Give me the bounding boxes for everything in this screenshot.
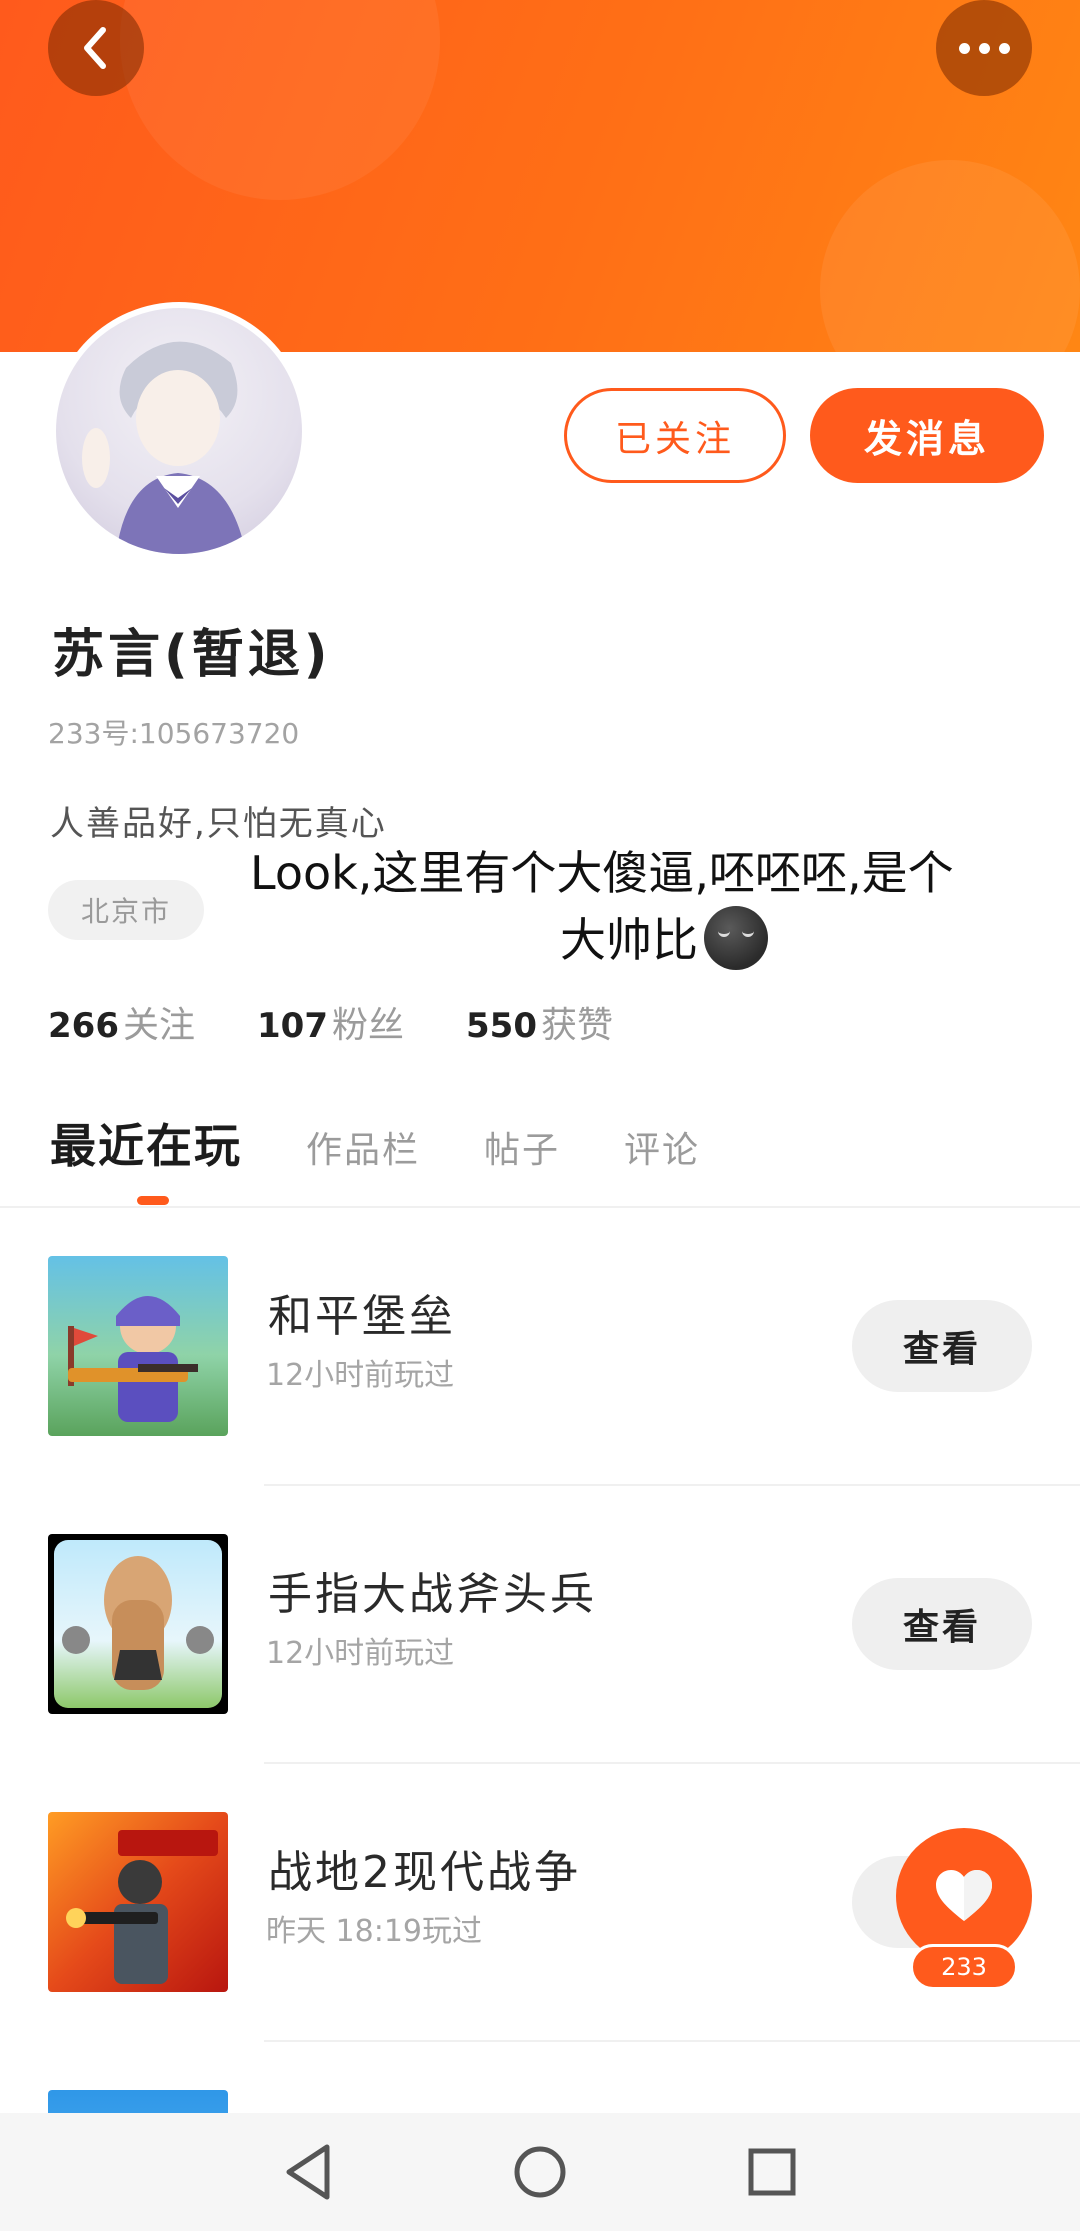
view-game-button[interactable]: 查看 [852, 1578, 1032, 1670]
game-played-time: 12小时前玩过 [266, 1636, 455, 1671]
profile-banner [0, 0, 1080, 352]
banner-decoration [820, 160, 1080, 352]
game-title: 手指大战斧头兵 [268, 1569, 597, 1620]
profile-uid: 233号:105673720 [48, 717, 300, 750]
tab-posts[interactable]: 帖子 [484, 1121, 560, 1173]
overlay-caption-line2-text: 大帅比 [560, 913, 698, 967]
stat-label: 关注 [122, 1005, 195, 1046]
list-item[interactable]: 和平堡垒 12小时前玩过 查看 [0, 1208, 1080, 1486]
overlay-caption: Look,这里有个大傻逼,呸呸呸,是个 大帅比 [250, 840, 1080, 973]
tab-works[interactable]: 作品栏 [306, 1121, 420, 1173]
smirk-emoji-icon [704, 906, 768, 970]
avatar[interactable] [50, 302, 308, 560]
active-tab-indicator [137, 1196, 169, 1205]
avatar-image [56, 308, 302, 554]
stat-number: 266 [48, 1006, 119, 1046]
stat-following[interactable]: 266 关注 [48, 996, 195, 1048]
nav-back-button[interactable] [273, 2137, 343, 2207]
overlay-caption-line2: 大帅比 [250, 906, 1080, 973]
nav-home-button[interactable] [505, 2137, 575, 2207]
more-button[interactable] [936, 0, 1032, 96]
tab-comments[interactable]: 评论 [624, 1121, 700, 1173]
following-button[interactable]: 已关注 [564, 388, 786, 483]
more-dots-icon [958, 42, 1010, 54]
chevron-left-icon [84, 27, 106, 69]
triangle-back-icon [286, 2144, 330, 2200]
game-played-time: 昨天 18:19玩过 [266, 1914, 482, 1949]
nav-recents-button[interactable] [737, 2137, 807, 2207]
square-recents-icon [748, 2148, 796, 2196]
game-played-time: 12小时前玩过 [266, 1358, 455, 1393]
finger-war-icon [48, 1534, 228, 1714]
send-message-button[interactable]: 发消息 [810, 388, 1044, 483]
back-button[interactable] [48, 0, 144, 96]
peace-fortress-icon [48, 1256, 228, 1436]
stat-label: 粉丝 [331, 1005, 404, 1046]
location-tag: 北京市 [48, 880, 204, 940]
game-title: 和平堡垒 [268, 1291, 456, 1342]
view-game-button[interactable]: 查看 [852, 1300, 1032, 1392]
stat-number: 107 [257, 1006, 328, 1046]
game-title: 战地2现代战争 [268, 1847, 581, 1898]
list-item[interactable]: 手指大战斧头兵 12小时前玩过 查看 [0, 1486, 1080, 1764]
stat-followers[interactable]: 107 粉丝 [257, 996, 404, 1048]
avatar-illustration [82, 341, 246, 554]
overlay-caption-line1: Look,这里有个大傻逼,呸呸呸,是个 [250, 846, 954, 900]
system-nav-bar [0, 2113, 1080, 2231]
profile-tabs: 最近在玩 作品栏 帖子 评论 [50, 1110, 700, 1176]
modern-war-icon [48, 1812, 228, 1992]
banner-decoration [120, 0, 440, 200]
profile-bio: 人善品好,只怕无真心 [50, 804, 387, 844]
heart-icon [936, 1870, 992, 1921]
like-count-badge: 233 [910, 1944, 1018, 1990]
stat-number: 550 [466, 1006, 537, 1046]
tab-recently-played[interactable]: 最近在玩 [50, 1110, 242, 1176]
stat-likes: 550 获赞 [466, 996, 613, 1048]
profile-name: 苏言(暂退) [52, 625, 332, 685]
circle-home-icon [514, 2146, 566, 2198]
list-item[interactable] [0, 2042, 1080, 2122]
stat-label: 获赞 [540, 1005, 613, 1046]
profile-stats: 266 关注 107 粉丝 550 获赞 [48, 996, 613, 1048]
